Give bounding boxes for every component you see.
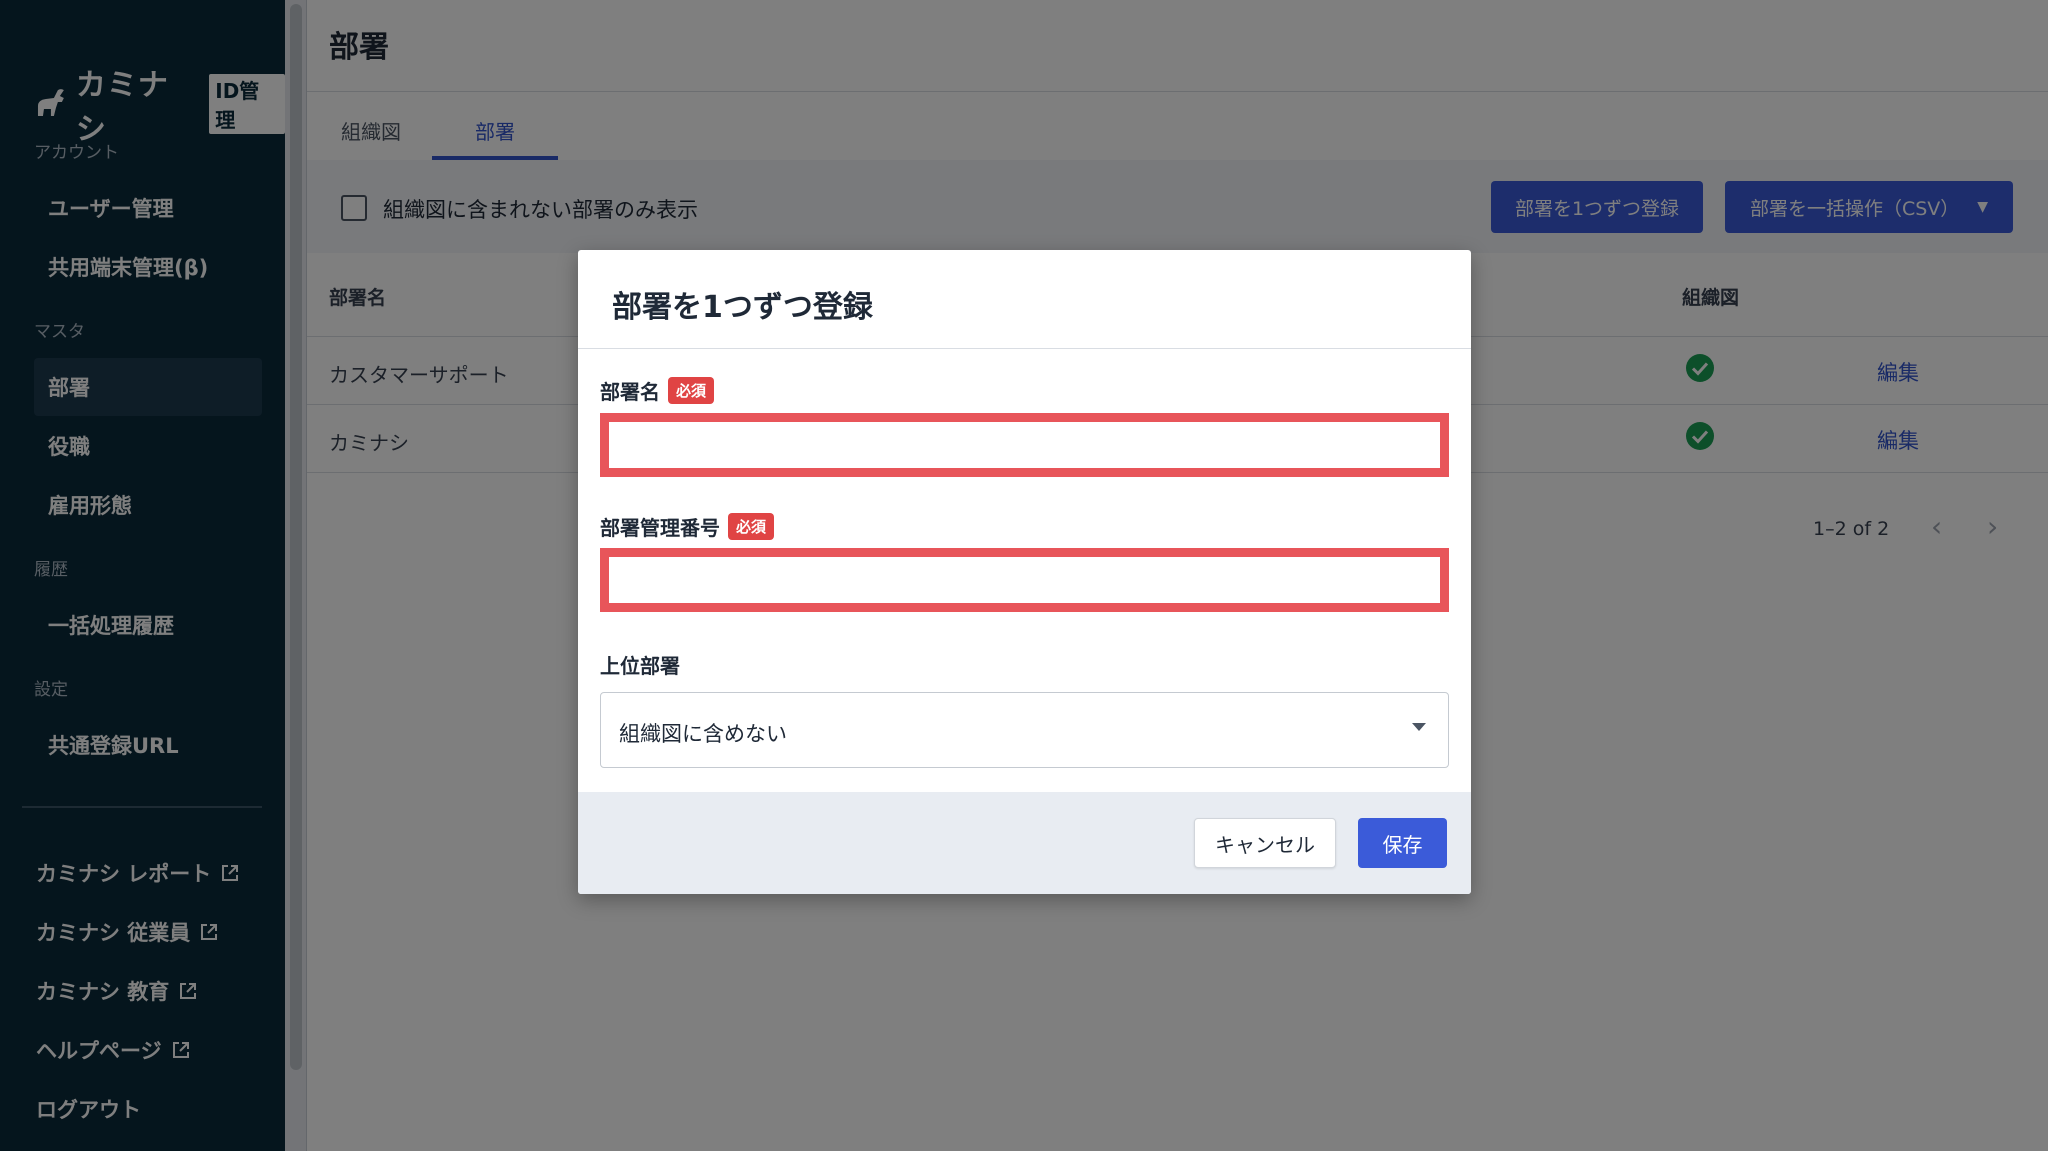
select-value: 組織図に含めない — [619, 722, 787, 746]
department-code-input[interactable] — [600, 548, 1449, 612]
required-badge: 必須 — [728, 513, 775, 540]
department-name-input[interactable] — [600, 413, 1449, 477]
cancel-button[interactable]: キャンセル — [1194, 818, 1336, 868]
department-code-label: 部署管理番号 必須 — [600, 512, 775, 541]
parent-department-label: 上位部署 — [600, 650, 680, 679]
register-department-dialog: 部署を1つずつ登録 部署名 必須 部署管理番号 必須 上位部署 組織図に含めない… — [578, 250, 1471, 894]
field-label-text: 部署名 — [600, 380, 660, 404]
caret-down-icon — [1412, 723, 1426, 731]
required-badge: 必須 — [668, 377, 715, 404]
department-name-label: 部署名 必須 — [600, 376, 715, 405]
dialog-footer: キャンセル 保存 — [578, 792, 1471, 894]
field-label-text: 上位部署 — [600, 654, 680, 678]
save-button[interactable]: 保存 — [1358, 818, 1447, 868]
parent-department-select[interactable]: 組織図に含めない — [600, 692, 1449, 768]
dialog-divider — [578, 348, 1471, 349]
field-label-text: 部署管理番号 — [600, 516, 720, 540]
dialog-title: 部署を1つずつ登録 — [612, 290, 873, 325]
